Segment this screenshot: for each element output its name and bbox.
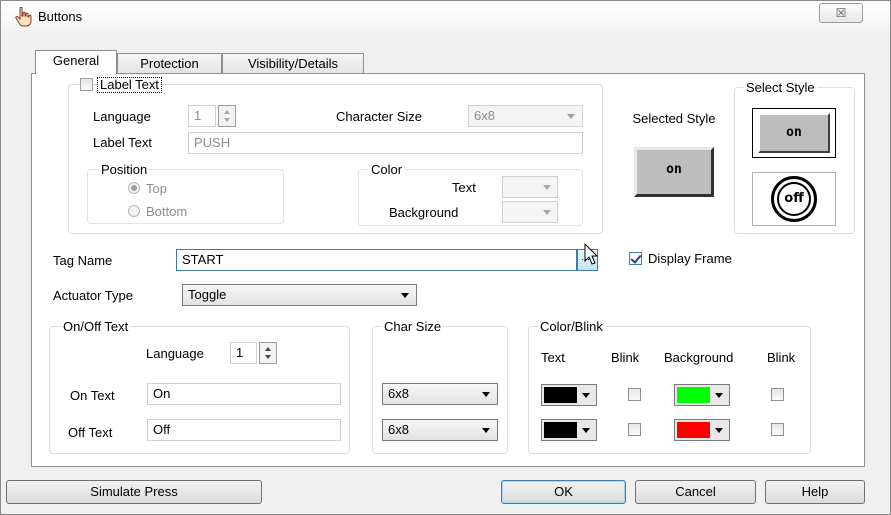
actuator-type-label: Actuator Type xyxy=(53,288,133,303)
style-option-on[interactable]: on xyxy=(752,108,836,158)
tag-name-input[interactable]: START xyxy=(176,249,577,271)
cancel-button[interactable]: Cancel xyxy=(635,480,756,504)
selected-style-text: on xyxy=(666,162,682,177)
tab-visibility-details[interactable]: Visibility/Details xyxy=(222,53,364,75)
mouse-cursor-icon xyxy=(584,243,599,265)
display-frame-checkbox[interactable] xyxy=(629,252,642,265)
label-text-color-label: Text xyxy=(452,180,476,195)
style-option-on-button: on xyxy=(758,113,830,153)
close-icon: ☒ xyxy=(835,6,847,20)
tag-name-label: Tag Name xyxy=(53,253,113,268)
label-language-input[interactable]: 1 xyxy=(188,105,216,127)
style-option-off-text: off xyxy=(777,182,811,216)
on-text-color-picker[interactable] xyxy=(541,384,597,406)
color-text-header: Text xyxy=(541,350,565,365)
on-char-size-value: 6x8 xyxy=(388,386,409,401)
label-text-checkbox-label: Label Text xyxy=(97,77,163,93)
off-background-color-swatch xyxy=(677,422,710,438)
select-style-title: Select Style xyxy=(744,80,817,95)
background-header: Background xyxy=(664,350,734,365)
label-color-title: Color xyxy=(369,162,405,177)
off-text-blink-checkbox[interactable] xyxy=(628,423,641,436)
ok-button[interactable]: OK xyxy=(501,480,626,504)
language-label: Language xyxy=(93,109,151,124)
off-text-label: Off Text xyxy=(68,425,113,440)
on-text-color-swatch xyxy=(544,387,577,403)
color-blink-title: Color/Blink xyxy=(538,319,605,334)
off-char-size-select[interactable]: 6x8 xyxy=(382,419,498,441)
buttons-dialog: Buttons ☒ General Protection Visibility/… xyxy=(0,0,891,515)
actuator-type-value: Toggle xyxy=(188,287,227,302)
label-background-color-picker[interactable] xyxy=(502,201,558,223)
on-text-input[interactable]: On xyxy=(147,383,341,405)
onoff-language-label: Language xyxy=(146,346,204,361)
label-text-label: Label Text xyxy=(93,135,153,150)
selected-style-preview: on xyxy=(634,147,714,197)
window-title: Buttons xyxy=(38,9,83,24)
onoff-language-input[interactable]: 1 xyxy=(230,342,257,364)
position-top-label: Top xyxy=(146,181,167,196)
character-size-value: 6x8 xyxy=(474,108,495,123)
on-text-blink-checkbox[interactable] xyxy=(628,388,641,401)
selected-style-label: Selected Style xyxy=(632,111,716,126)
style-option-on-text: on xyxy=(786,125,802,140)
label-text-input[interactable]: PUSH xyxy=(188,132,583,154)
char-size-title: Char Size xyxy=(382,319,444,334)
on-char-size-select[interactable]: 6x8 xyxy=(382,383,498,405)
onoff-language-spinner[interactable] xyxy=(259,342,277,364)
style-option-off[interactable]: off xyxy=(752,172,836,226)
position-bottom-radio[interactable] xyxy=(128,205,140,217)
off-text-input[interactable]: Off xyxy=(147,419,341,441)
hand-pointer-icon xyxy=(15,7,32,27)
off-text-color-picker[interactable] xyxy=(541,419,597,441)
character-size-select[interactable]: 6x8 xyxy=(468,105,583,127)
position-bottom-label: Bottom xyxy=(146,204,188,219)
title-bar: Buttons ☒ xyxy=(1,1,890,33)
simulate-press-button[interactable]: Simulate Press xyxy=(6,480,262,504)
tab-general[interactable]: General xyxy=(35,50,117,74)
on-background-blink-checkbox[interactable] xyxy=(771,388,784,401)
text-blink-header: Blink xyxy=(611,350,640,365)
off-background-color-picker[interactable] xyxy=(674,419,730,441)
on-background-color-swatch xyxy=(677,387,710,403)
character-size-label: Character Size xyxy=(336,109,422,124)
help-button[interactable]: Help xyxy=(765,480,865,504)
position-top-radio[interactable] xyxy=(128,182,140,194)
actuator-type-select[interactable]: Toggle xyxy=(182,284,417,306)
label-text-color-picker[interactable] xyxy=(502,176,558,198)
background-blink-header: Blink xyxy=(767,350,796,365)
label-language-spinner[interactable] xyxy=(218,105,236,127)
off-text-color-swatch xyxy=(544,422,577,438)
label-background-color-label: Background xyxy=(389,205,459,220)
onoff-text-title: On/Off Text xyxy=(61,319,131,334)
position-title: Position xyxy=(99,162,150,177)
off-background-blink-checkbox[interactable] xyxy=(771,423,784,436)
label-text-checkbox[interactable] xyxy=(80,78,93,91)
display-frame-label: Display Frame xyxy=(648,251,732,266)
off-char-size-value: 6x8 xyxy=(388,422,409,437)
round-style-ring: off xyxy=(771,176,817,222)
on-text-label: On Text xyxy=(70,388,115,403)
on-background-color-picker[interactable] xyxy=(674,384,730,406)
close-button[interactable]: ☒ xyxy=(819,3,863,23)
tab-protection[interactable]: Protection xyxy=(117,53,222,75)
